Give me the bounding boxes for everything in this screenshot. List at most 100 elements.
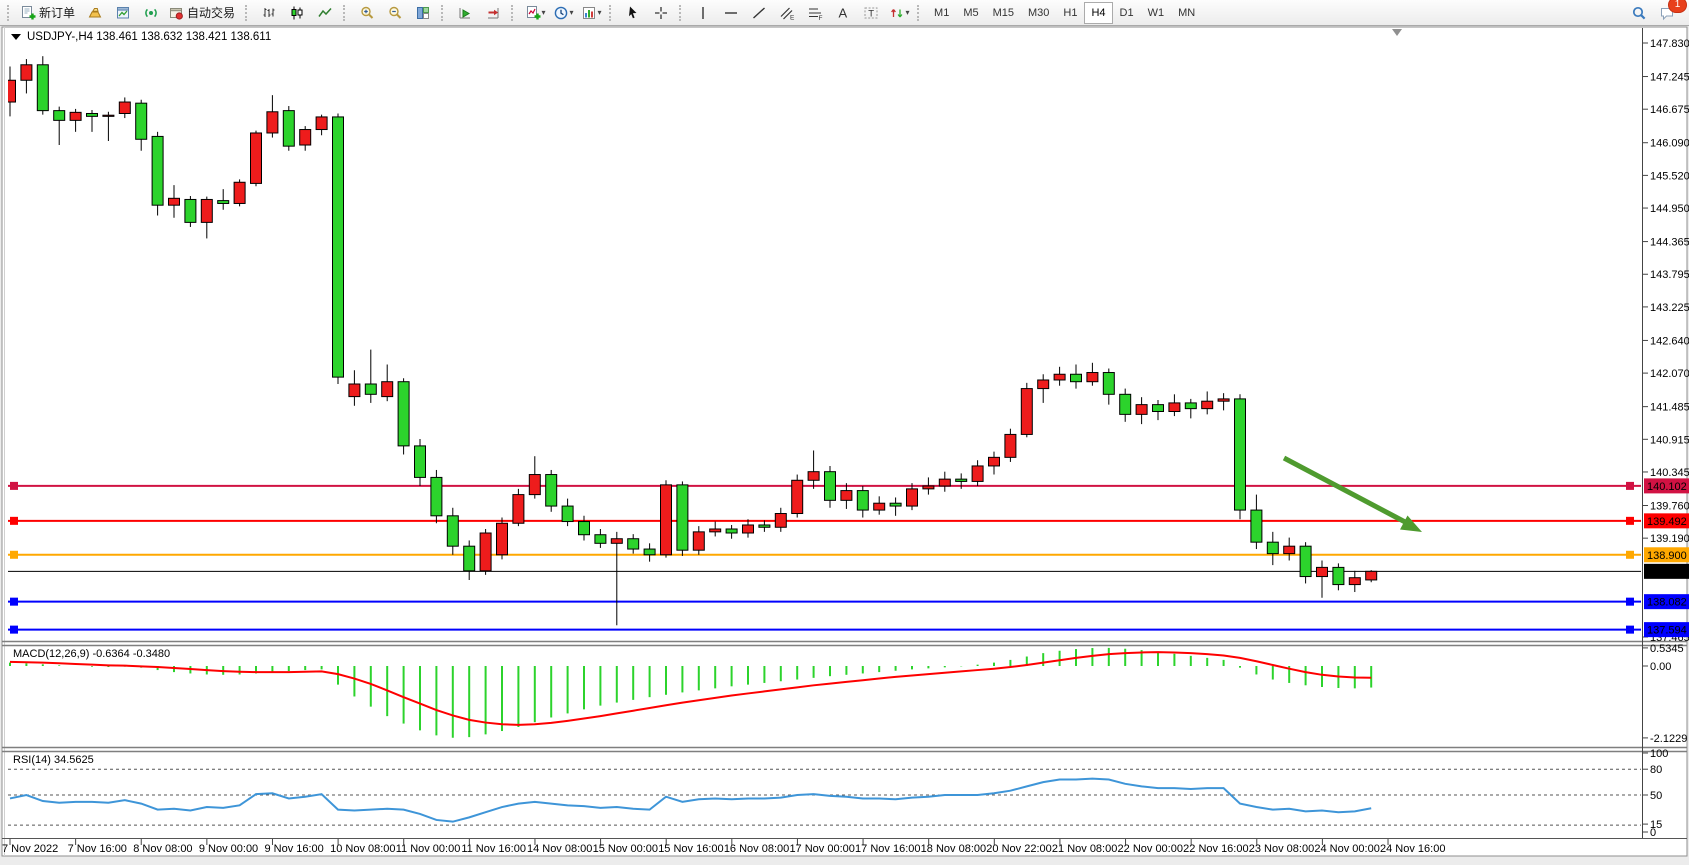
indicators-button[interactable]: ▾ [521,1,549,24]
time-axis-label: 16 Nov 08:00 [724,843,789,855]
candlestick [825,472,836,501]
timeframe-d1-button[interactable]: D1 [1113,2,1141,24]
chart-canvas[interactable]: 147.830147.245146.675146.090145.520144.9… [0,26,1689,860]
timeframe-h4-button[interactable]: H4 [1084,2,1112,24]
line-chart-button[interactable] [311,1,339,24]
periods-button[interactable]: ▾ [549,1,577,24]
time-axis-label: 23 Nov 08:00 [1249,843,1314,855]
candlestick [1349,578,1360,585]
line-handle[interactable] [1627,626,1634,633]
line-handle[interactable] [11,482,18,489]
candlestick [595,535,606,544]
search-button[interactable] [1625,1,1653,24]
fibo-icon: F [807,5,823,21]
candlestick [726,529,737,533]
arrows-button[interactable]: ▾ [885,1,913,24]
vline-icon [695,5,711,21]
line-handle[interactable] [1627,482,1634,489]
candlestick [1317,567,1328,576]
autotrading-button[interactable]: 自动交易 [165,1,241,24]
zoom-in-button[interactable] [353,1,381,24]
chart-shift-button[interactable] [479,1,507,24]
periods-icon [553,5,569,21]
chevron-down-icon[interactable]: ▾ [598,8,602,17]
zoom-in-icon [359,5,375,21]
candlestick [316,117,327,130]
candlestick [1071,374,1082,381]
toolbar-grip [679,5,686,21]
time-axis-label: 11 Nov 16:00 [461,843,526,855]
text-label-button[interactable]: T [857,1,885,24]
price-badge-label: 137.594 [1647,625,1687,637]
candlestick [185,199,196,222]
hline-icon [723,5,739,21]
svg-text:E: E [790,14,795,21]
cursor-icon [625,5,641,21]
toolbar-grip [343,5,350,21]
bar-chart-icon [261,5,277,21]
gold-button[interactable] [81,1,109,24]
candlestick [1235,399,1246,510]
community-button[interactable]: 1 [1653,1,1681,24]
auto-scroll-icon [457,5,473,21]
chevron-down-icon[interactable]: ▾ [906,8,910,17]
line-handle[interactable] [11,598,18,605]
rsi-axis-label: 0 [1650,827,1656,839]
line-handle[interactable] [11,626,18,633]
line-handle[interactable] [11,551,18,558]
new-order-button[interactable]: 新订单 [17,1,81,24]
chevron-down-icon[interactable]: ▾ [542,8,546,17]
timeframe-m5-button[interactable]: M5 [956,2,985,24]
time-axis-label: 22 Nov 00:00 [1118,843,1183,855]
line-handle[interactable] [11,517,18,524]
price-axis-label: 140.915 [1650,434,1689,446]
cursor-button[interactable] [619,1,647,24]
zoom-out-button[interactable] [381,1,409,24]
time-axis-label: 9 Nov 16:00 [264,843,323,855]
crosshair-button[interactable] [647,1,675,24]
fibonacci-button[interactable]: F [801,1,829,24]
candlestick [382,382,393,397]
candlestick [1120,394,1131,414]
time-axis-label: 24 Nov 16:00 [1380,843,1445,855]
candlestick [1251,510,1262,542]
candlestick [54,111,65,121]
time-axis-label: 11 Nov 00:00 [396,843,461,855]
autotrading-icon [168,5,184,21]
time-axis-label: 18 Nov 08:00 [921,843,986,855]
candlestick [136,103,147,139]
tile-windows-button[interactable] [409,1,437,24]
rsi-axis-label: 100 [1650,748,1668,760]
timeframe-m15-button[interactable]: M15 [986,2,1021,24]
candlestick [1169,403,1180,412]
candlestick [529,475,540,495]
candlestick [1202,401,1213,408]
candlestick [201,199,212,222]
text-button[interactable]: A [829,1,857,24]
horizontal-line-button[interactable] [717,1,745,24]
candlestick [218,201,229,204]
trendline-button[interactable] [745,1,773,24]
line-handle[interactable] [1627,598,1634,605]
auto-scroll-button[interactable] [451,1,479,24]
price-badge-label: 138.900 [1647,550,1687,562]
signals-button[interactable] [137,1,165,24]
channel-button[interactable]: E [773,1,801,24]
line-handle[interactable] [1627,551,1634,558]
bar-chart-button[interactable] [255,1,283,24]
line-handle[interactable] [1627,517,1634,524]
timeframe-h1-button[interactable]: H1 [1056,2,1084,24]
templates-button[interactable]: ▾ [577,1,605,24]
candlestick-button[interactable] [283,1,311,24]
timeframe-w1-button[interactable]: W1 [1141,2,1172,24]
candlestick [480,533,491,571]
chevron-down-icon[interactable]: ▾ [570,8,574,17]
vertical-line-button[interactable] [689,1,717,24]
timeframe-m1-button[interactable]: M1 [927,2,956,24]
timeframe-mn-button[interactable]: MN [1171,2,1202,24]
timeframe-m30-button[interactable]: M30 [1021,2,1056,24]
candlestick [907,489,918,506]
charts-button[interactable] [109,1,137,24]
line-chart-icon [317,5,333,21]
candlestick [1136,405,1147,415]
